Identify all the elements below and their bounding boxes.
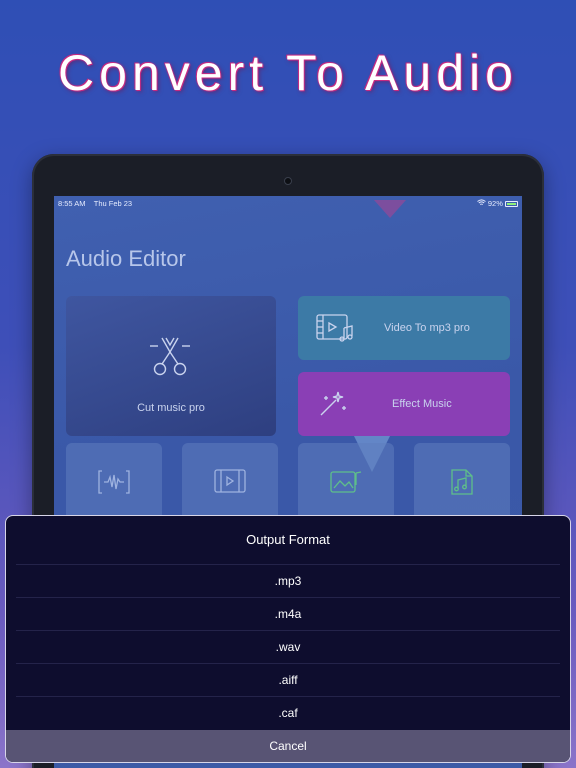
magic-wand-icon [320,391,346,416]
video-tool-card[interactable] [182,443,278,523]
battery-percent: 92% [487,199,503,208]
decor-triangle [374,200,406,218]
file-tool-card[interactable] [414,443,510,523]
promo-headline: Convert To Audio [58,45,518,101]
film-icon [214,469,246,493]
status-time: 8:55 AM [58,199,86,208]
audio-file-icon [451,469,473,495]
page-title: Audio Editor [66,246,186,271]
cut-music-label: Cut music pro [137,402,205,414]
waveform-trim-icon [98,470,130,494]
status-bar: 8:55 AM Thu Feb 23 92% [54,196,522,210]
scissors-icon [150,337,190,376]
effect-music-label: Effect Music [392,398,452,410]
video-to-mp3-label: Video To mp3 pro [384,322,470,334]
image-music-icon [330,471,362,493]
format-option-caf[interactable]: .caf [16,696,560,729]
format-option-wav[interactable]: .wav [16,630,560,663]
format-option-aiff[interactable]: .aiff [16,663,560,696]
effect-music-card[interactable]: Effect Music [298,372,510,436]
cancel-button[interactable]: Cancel [6,730,570,762]
format-option-mp3[interactable]: .mp3 [16,564,560,597]
sheet-title: Output Format [246,532,330,547]
battery-icon [505,201,518,207]
trim-audio-card[interactable] [66,443,162,523]
wifi-icon [477,199,488,208]
video-to-mp3-card[interactable]: Video To mp3 pro [298,296,510,360]
film-music-icon [316,314,353,342]
output-format-sheet: Output Format .mp3 .m4a .wav .aiff .caf … [5,515,571,763]
cut-music-card[interactable]: Cut music pro [66,296,276,436]
status-date: Thu Feb 23 [93,199,133,208]
camera-icon [284,177,292,185]
image-tool-card[interactable] [298,443,394,523]
format-option-m4a[interactable]: .m4a [16,597,560,630]
